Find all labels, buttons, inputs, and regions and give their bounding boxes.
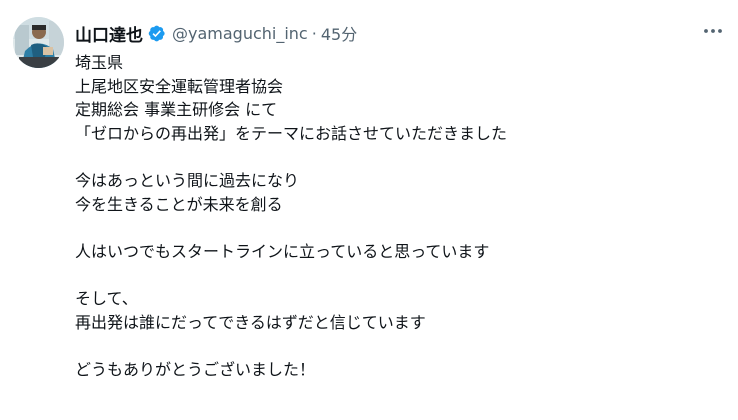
avatar[interactable] [13,17,64,68]
tweet-line: 再出発は誰にだってできるはずだと信じています [75,312,426,332]
tweet-line: 定期総会 事業主研修会 にて [75,100,278,120]
tweet-header: 山口達也 @yamaguchi_inc · 45分 [75,21,357,46]
tweet-line: 今を生きることが未来を創る [75,194,283,214]
tweet-line: 上尾地区安全運転管理者協会 [75,76,284,96]
tweet-card[interactable]: 山口達也 @yamaguchi_inc · 45分 埼玉県 上尾地区安全運転管理… [0,0,738,420]
timestamp[interactable]: 45分 [321,21,357,45]
tweet-line: 人はいつでもスタートラインに立っていると思っています [75,241,490,261]
tweet-line: どうもありがとうございました！ [75,359,316,379]
display-name[interactable]: 山口達也 [75,21,143,46]
tweet-line: 「ゼロからの再出発」をテーマにお話させていただきました [75,123,508,143]
more-horizontal-icon[interactable] [702,22,724,40]
user-handle[interactable]: @yamaguchi_inc [172,24,308,43]
tweet-line: そして、 [75,288,138,308]
tweet-line: 今はあっという間に過去になり [75,170,300,190]
tweet-text: 埼玉県 上尾地区安全運転管理者協会 定期総会 事業主研修会 にて 「ゼロからの再… [75,51,715,381]
verified-badge-icon [147,24,166,43]
tweet-line: 埼玉県 [75,53,124,72]
separator-dot: · [311,23,317,43]
